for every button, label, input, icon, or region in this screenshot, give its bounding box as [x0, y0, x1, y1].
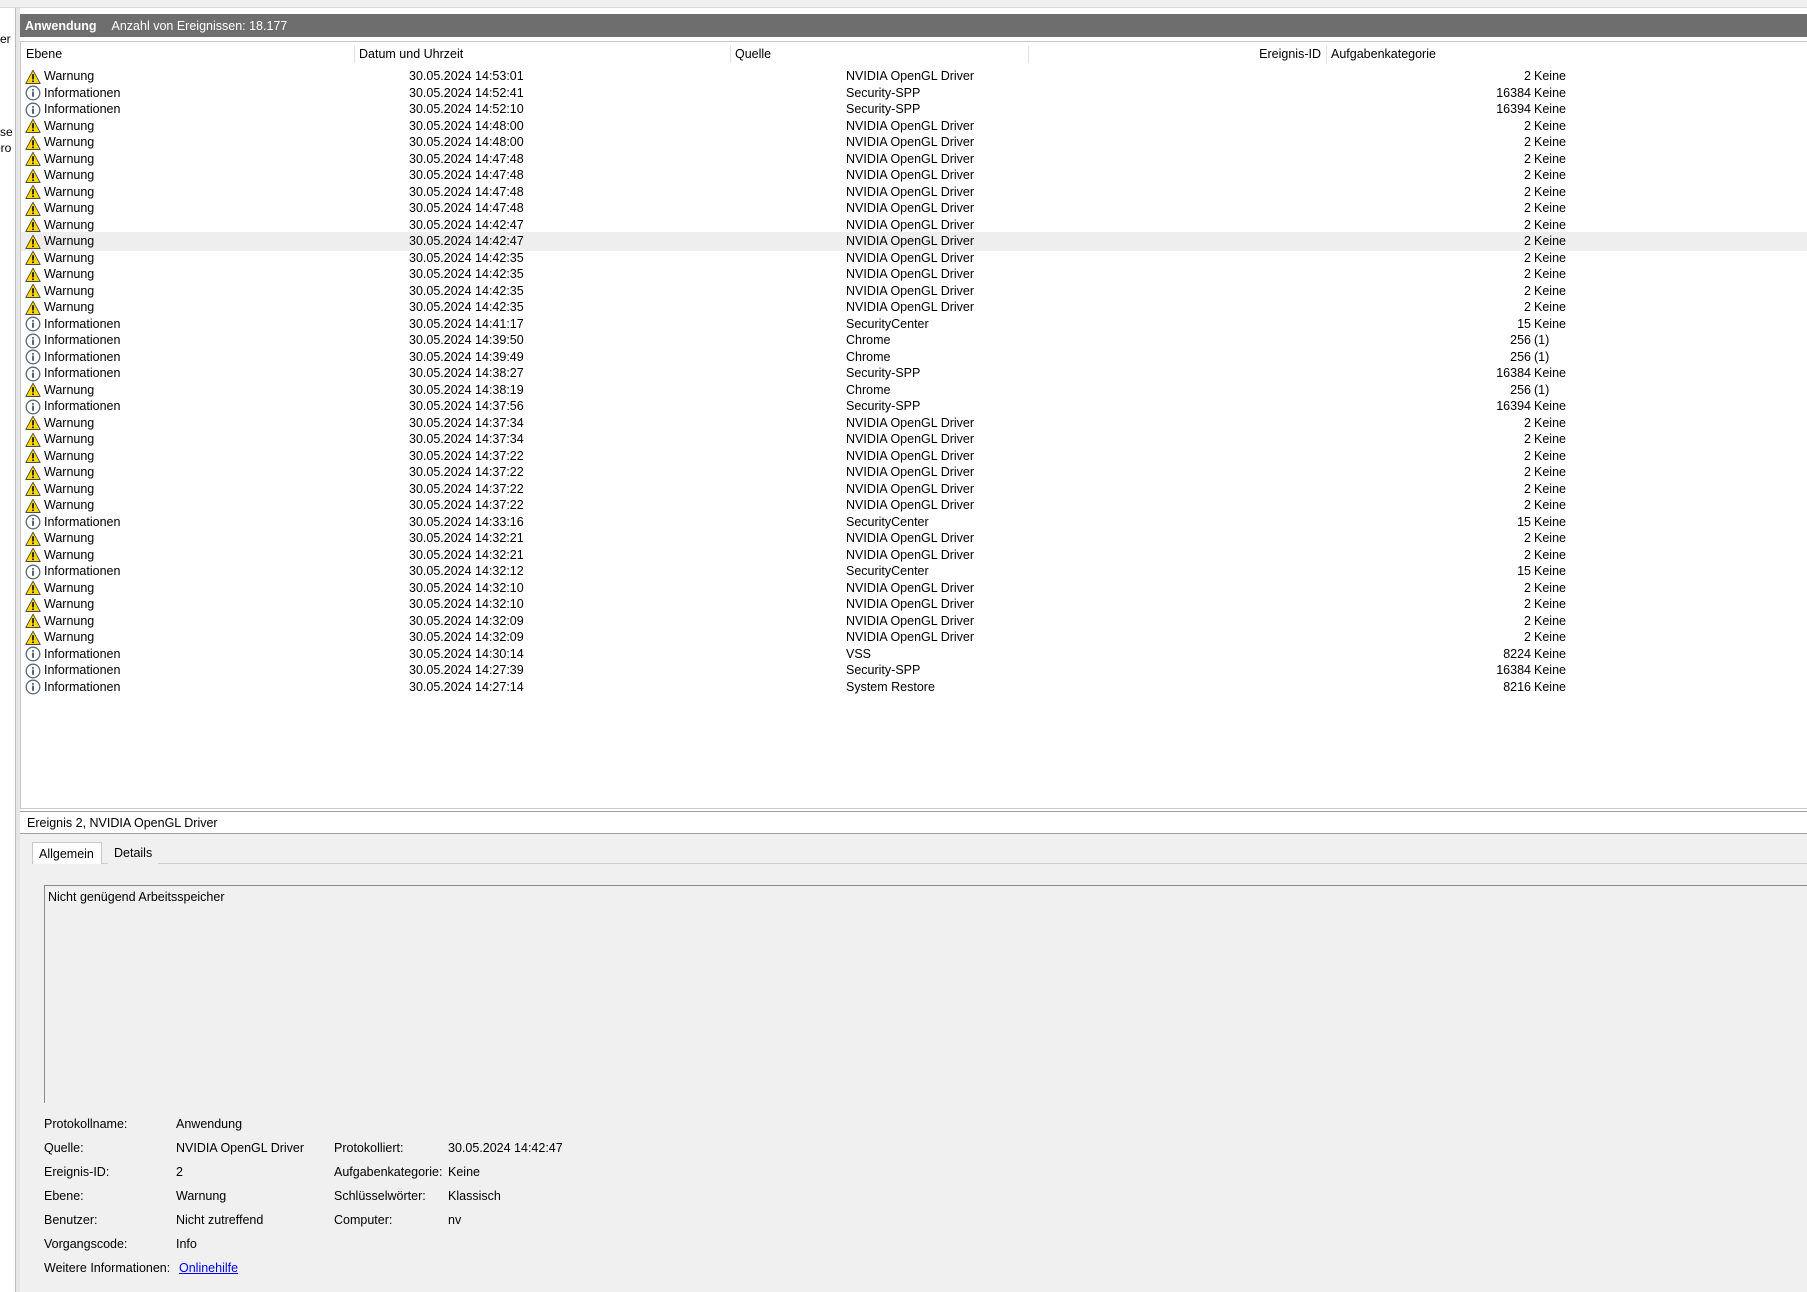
event-list[interactable]: Ebene Datum und Uhrzeit Quelle Ereignis-…: [20, 41, 1807, 809]
column-header-category[interactable]: Aufgabenkategorie: [1326, 42, 1806, 67]
value-schluesselwoerter: Klassisch: [448, 1189, 501, 1203]
warning-icon: [25, 630, 41, 646]
warning-icon: [25, 382, 41, 398]
info-icon: [25, 333, 41, 349]
warning-icon: [25, 267, 41, 283]
tab-details[interactable]: Details: [108, 842, 158, 864]
value-quelle: NVIDIA OpenGL Driver: [176, 1141, 305, 1155]
label-quelle: Quelle:: [44, 1141, 84, 1155]
cell-source: System Restore: [846, 679, 935, 694]
warning-icon: [25, 613, 41, 629]
table-row[interactable]: Informationen 30.05.2024 14:27:14 System R…: [21, 678, 1807, 697]
warning-icon: [25, 201, 41, 217]
level-text: Informationen: [44, 679, 121, 694]
warning-icon: [25, 432, 41, 448]
label-benutzer: Benutzer:: [44, 1213, 98, 1227]
left-pane-fragment: zer sse oro: [0, 8, 16, 1292]
value-computer: nv: [448, 1213, 462, 1227]
column-header-source[interactable]: Quelle: [730, 42, 1028, 67]
info-icon: [25, 366, 41, 382]
warning-icon: [25, 234, 41, 250]
log-name: Anwendung: [25, 18, 97, 33]
left-fragment-2: sse: [0, 125, 13, 139]
event-list-header: Ebene Datum und Uhrzeit Quelle Ereignis-…: [21, 42, 1807, 67]
cell-date: 30.05.2024 14:27:14: [409, 679, 524, 694]
value-protokolliert: 30.05.2024 14:42:47: [448, 1141, 563, 1155]
log-title-bar: Anwendung Anzahl von Ereignissen: 18.177: [20, 14, 1807, 37]
tab-allgemein[interactable]: Allgemein: [32, 842, 102, 864]
event-detail-pane: Ereignis 2, NVIDIA OpenGL Driver Allgeme…: [20, 811, 1807, 1292]
info-icon: [25, 514, 41, 530]
info-icon: [25, 316, 41, 332]
cell-level: Informationen: [25, 678, 405, 697]
column-header-date[interactable]: Datum und Uhrzeit: [354, 42, 730, 67]
event-count: Anzahl von Ereignissen: 18.177: [111, 18, 288, 33]
warning-icon: [25, 415, 41, 431]
info-icon: [25, 349, 41, 365]
warning-icon: [25, 151, 41, 167]
value-aufgabenkategorie: Keine: [448, 1165, 480, 1179]
left-fragment-3: oro: [0, 141, 12, 155]
value-ereignis-id: 2: [176, 1165, 183, 1179]
column-header-level[interactable]: Ebene: [21, 42, 353, 67]
label-protokollname: Protokollname:: [44, 1117, 128, 1131]
label-ebene: Ebene:: [44, 1189, 84, 1203]
warning-icon: [25, 135, 41, 151]
warning-icon: [25, 498, 41, 514]
column-header-event-id[interactable]: Ereignis-ID: [1028, 42, 1326, 67]
warning-icon: [25, 448, 41, 464]
value-benutzer: Nicht zutreffend: [176, 1213, 264, 1227]
label-protokolliert: Protokolliert:: [334, 1141, 404, 1155]
warning-icon: [25, 168, 41, 184]
warning-icon: [25, 217, 41, 233]
window-top-edge: [0, 0, 1807, 8]
info-icon: [25, 663, 41, 679]
warning-icon: [25, 481, 41, 497]
value-protokollname: Anwendung: [176, 1117, 243, 1131]
info-icon: [25, 85, 41, 101]
main-pane: Anwendung Anzahl von Ereignissen: 18.177…: [20, 14, 1807, 1292]
info-icon: [25, 679, 41, 695]
warning-icon: [25, 300, 41, 316]
left-fragment-1: zer: [0, 32, 11, 46]
warning-icon: [25, 118, 41, 134]
value-vorgangscode: Info: [176, 1237, 197, 1251]
info-icon: [25, 102, 41, 118]
label-schluesselwoerter: Schlüsselwörter:: [334, 1189, 426, 1203]
info-icon: [25, 646, 41, 662]
event-detail-title: Ereignis 2, NVIDIA OpenGL Driver: [20, 812, 1807, 834]
warning-icon: [25, 283, 41, 299]
cell-event-id: 8216: [1503, 679, 1531, 694]
warning-icon: [25, 580, 41, 596]
event-message: Nicht genügend Arbeitsspeicher: [48, 890, 225, 904]
label-ereignis-id: Ereignis-ID:: [44, 1165, 110, 1179]
label-vorgangscode: Vorgangscode:: [44, 1237, 128, 1251]
label-aufgabenkategorie: Aufgabenkategorie:: [334, 1165, 443, 1179]
warning-icon: [25, 531, 41, 547]
value-ebene: Warnung: [176, 1189, 227, 1203]
warning-icon: [25, 465, 41, 481]
warning-icon: [25, 69, 41, 85]
event-message-box[interactable]: Nicht genügend Arbeitsspeicher: [44, 885, 1807, 1103]
warning-icon: [25, 184, 41, 200]
cell-category: Keine: [1534, 679, 1566, 694]
label-computer: Computer:: [334, 1213, 393, 1227]
warning-icon: [25, 547, 41, 563]
info-icon: [25, 399, 41, 415]
onlinehilfe-link[interactable]: Onlinehilfe: [179, 1261, 238, 1275]
warning-icon: [25, 597, 41, 613]
warning-icon: [25, 250, 41, 266]
info-icon: [25, 564, 41, 580]
label-weitere-informationen: Weitere Informationen:: [44, 1261, 171, 1275]
